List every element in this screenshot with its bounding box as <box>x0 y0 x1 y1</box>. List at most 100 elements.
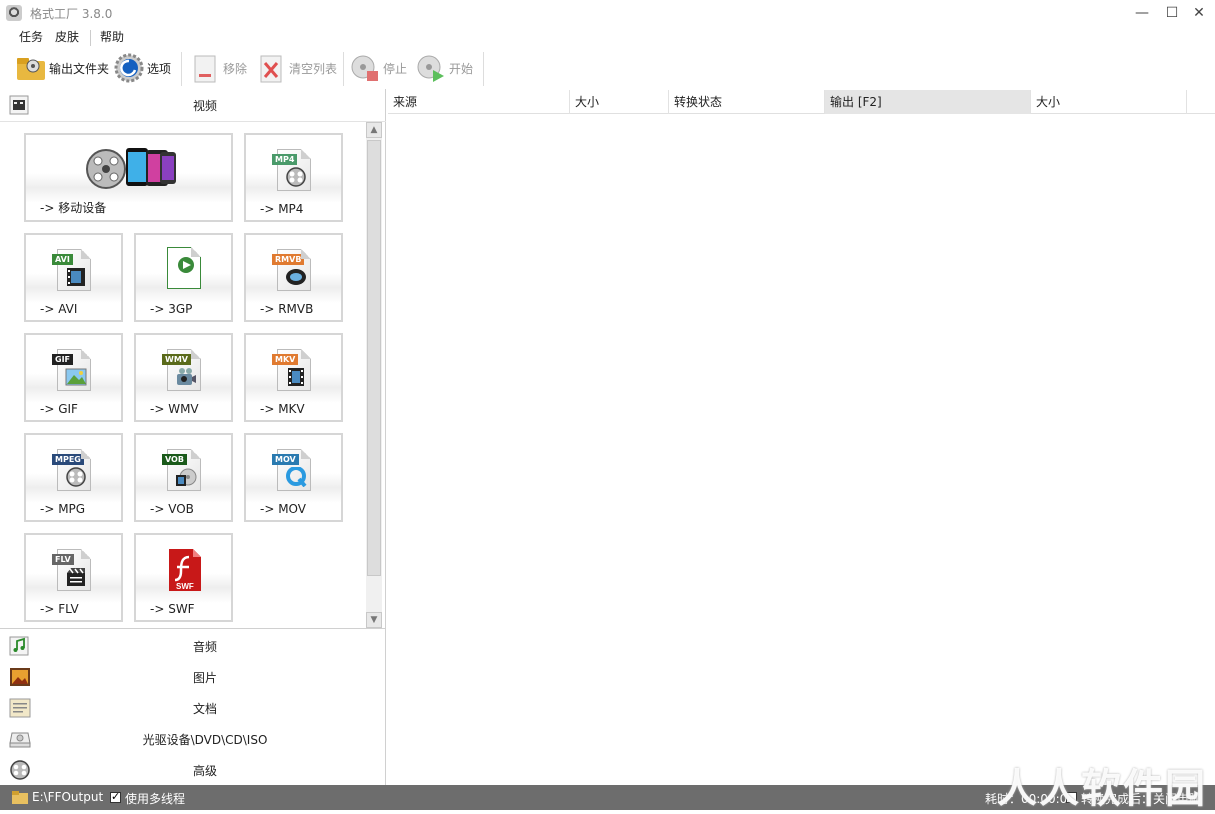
stop-icon <box>350 53 380 83</box>
tile-swf[interactable]: SWF -> SWF <box>134 533 233 622</box>
tile-avi-label: -> AVI <box>40 302 78 316</box>
category-panel: 视频 -> 移动设备 MP4 -> MP4 AVI -> AVI -> 3GP … <box>0 89 386 785</box>
clear-list-button[interactable]: 清空列表 <box>256 50 337 86</box>
mp4-icon: MP4 <box>272 149 311 191</box>
tile-rmvb-label: -> RMVB <box>260 302 314 316</box>
stop-label: 停止 <box>383 61 408 76</box>
tile-mobile-device-label: -> 移动设备 <box>40 201 107 215</box>
start-label: 开始 <box>449 61 474 76</box>
task-list-header: 来源 大小 转换状态 输出 [F2] 大小 <box>388 90 1215 114</box>
document-category-label: 文档 <box>192 702 217 716</box>
minimize-button[interactable]: — <box>1127 3 1157 23</box>
toolbar-divider <box>483 52 484 86</box>
tile-mov-label: -> MOV <box>260 502 306 516</box>
output-path[interactable]: E:\FFOutput <box>32 790 103 804</box>
flv-icon: FLV <box>52 549 91 591</box>
avi-tag: AVI <box>52 254 73 265</box>
options-button[interactable]: 选项 <box>114 50 171 86</box>
tile-flv[interactable]: FLV -> FLV <box>24 533 123 622</box>
menu-help[interactable]: 帮助 <box>100 28 124 45</box>
multithread-checkbox[interactable] <box>110 790 121 803</box>
app-icon <box>6 5 22 21</box>
wmv-tag: WMV <box>162 354 191 365</box>
toolbar-divider <box>343 52 344 86</box>
clear-list-icon <box>256 53 286 83</box>
gear-icon <box>114 53 144 83</box>
output-folder-status-icon[interactable] <box>12 790 28 804</box>
menu-skin[interactable]: 皮肤 <box>55 28 79 45</box>
menu-divider <box>90 30 91 46</box>
mp4-tag: MP4 <box>272 154 298 165</box>
start-button[interactable]: 开始 <box>416 50 473 86</box>
mpg-tag: MPEG <box>52 454 84 465</box>
column-source[interactable]: 来源 <box>388 90 570 114</box>
tile-mkv-label: -> MKV <box>260 402 305 416</box>
scroll-up-button[interactable]: ▲ <box>366 122 382 138</box>
stop-button[interactable]: 停止 <box>350 50 407 86</box>
video-format-list: -> 移动设备 MP4 -> MP4 AVI -> AVI -> 3GP RMV… <box>0 121 386 629</box>
column-output-size[interactable]: 大小 <box>1031 90 1187 114</box>
tile-mobile-device[interactable]: -> 移动设备 <box>24 133 233 222</box>
menu-bar: 任务 皮肤 帮助 <box>0 26 1215 48</box>
tile-mp4-label: -> MP4 <box>260 202 304 216</box>
tile-mp4[interactable]: MP4 -> MP4 <box>244 133 343 222</box>
scroll-down-button[interactable]: ▼ <box>366 612 382 628</box>
remove-button[interactable]: 移除 <box>190 50 247 86</box>
options-label: 选项 <box>147 61 172 76</box>
category-advanced[interactable]: 高级 <box>0 754 386 784</box>
tile-mov[interactable]: MOV -> MOV <box>244 433 343 522</box>
mobile-device-icon <box>86 145 178 193</box>
flv-tag: FLV <box>52 554 74 565</box>
image-category-label: 图片 <box>192 671 217 685</box>
multithread-label: 使用多线程 <box>125 792 186 806</box>
audio-category-label: 音频 <box>192 640 217 654</box>
tile-3gp[interactable]: -> 3GP <box>134 233 233 322</box>
tile-3gp-label: -> 3GP <box>150 302 193 316</box>
vob-icon: VOB <box>162 449 201 491</box>
rmvb-tag: RMVB <box>272 254 305 265</box>
mov-tag: MOV <box>272 454 299 465</box>
output-folder-button[interactable]: 输出文件夹 <box>16 50 109 86</box>
menu-task[interactable]: 任务 <box>19 28 43 45</box>
category-audio[interactable]: 音频 <box>0 630 386 660</box>
category-rom-device[interactable]: 光驱设备\DVD\CD\ISO <box>0 723 386 753</box>
category-document[interactable]: 文档 <box>0 692 386 722</box>
scrollbar-thumb[interactable] <box>367 140 381 576</box>
task-list[interactable] <box>388 115 1215 785</box>
mpg-icon: MPEG <box>52 449 91 491</box>
start-icon <box>416 53 446 83</box>
avi-icon: AVI <box>52 249 91 291</box>
tile-swf-label: -> SWF <box>150 602 195 616</box>
mov-icon: MOV <box>272 449 311 491</box>
mkv-icon: MKV <box>272 349 311 391</box>
advanced-category-label: 高级 <box>192 764 217 778</box>
column-status[interactable]: 转换状态 <box>669 90 825 114</box>
column-output[interactable]: 输出 [F2] <box>825 90 1031 114</box>
3gp-icon <box>167 247 201 289</box>
tile-wmv-label: -> WMV <box>150 402 199 416</box>
maximize-button[interactable]: ☐ <box>1157 3 1187 23</box>
swf-icon: SWF <box>167 547 203 593</box>
tile-mpg-label: -> MPG <box>40 502 86 516</box>
output-folder-label: 输出文件夹 <box>49 61 110 76</box>
tile-vob[interactable]: VOB -> VOB <box>134 433 233 522</box>
category-video[interactable]: 视频 <box>0 89 386 119</box>
tile-mpg[interactable]: MPEG -> MPG <box>24 433 123 522</box>
title-bar: 格式工厂 3.8.0 — ☐ ✕ <box>0 0 1215 26</box>
folder-icon <box>16 53 46 83</box>
column-size[interactable]: 大小 <box>570 90 669 114</box>
tile-flv-label: -> FLV <box>40 602 79 616</box>
tile-rmvb[interactable]: RMVB -> RMVB <box>244 233 343 322</box>
watermark: 人人软件园 <box>997 766 1207 812</box>
close-button[interactable]: ✕ <box>1184 3 1214 23</box>
clear-list-label: 清空列表 <box>289 61 338 76</box>
gif-icon: GIF <box>52 349 91 391</box>
tile-wmv[interactable]: WMV -> WMV <box>134 333 233 422</box>
tile-avi[interactable]: AVI -> AVI <box>24 233 123 322</box>
category-image[interactable]: 图片 <box>0 661 386 691</box>
wmv-icon: WMV <box>162 349 201 391</box>
tile-mkv[interactable]: MKV -> MKV <box>244 333 343 422</box>
vertical-scrollbar[interactable]: ▲ ▼ <box>366 122 382 628</box>
tile-gif[interactable]: GIF -> GIF <box>24 333 123 422</box>
toolbar: 输出文件夹 选项 移除 清空列表 停止 开始 <box>0 48 1215 88</box>
